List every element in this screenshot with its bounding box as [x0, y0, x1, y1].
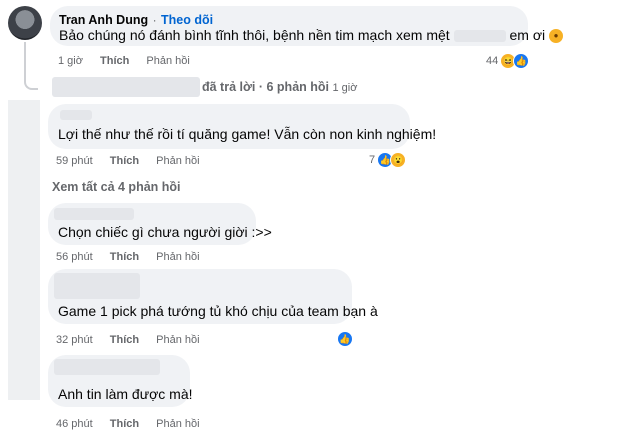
comment-text: Game 1 pick phá tướng tủ khó chịu của te… — [58, 303, 378, 319]
reaction-summary[interactable]: 7 👍 😮 — [369, 152, 407, 168]
reaction-summary[interactable]: 44 😆 👍 — [486, 53, 530, 69]
comment-bubble: Anh tin làm được mà! — [48, 355, 193, 407]
comment-text: Anh tin làm được mà! — [58, 386, 193, 402]
comment-text: Chọn chiếc gì chưa người giời :>> — [58, 224, 272, 240]
comment-bubble: Lợi thế như thế rồi tí quăng game! Vẫn c… — [48, 104, 436, 149]
wow-icon: 😮 — [390, 152, 407, 168]
reply-count: 6 phản hồi — [266, 80, 330, 94]
redacted-avatars — [52, 77, 200, 97]
like-button[interactable]: Thích — [110, 418, 139, 430]
comment-bubble: Chọn chiếc gì chưa người giời :>> — [48, 203, 272, 245]
reply-button[interactable]: Phản hồi — [156, 334, 199, 346]
left-edge-panel — [8, 100, 40, 400]
comment-time[interactable]: 46 phút — [56, 418, 93, 430]
comment-actions: 1 giờ Thích Phản hồi — [58, 55, 204, 67]
like-button[interactable]: Thích — [110, 334, 139, 346]
redacted-author — [60, 110, 92, 120]
like-button[interactable]: Thích — [110, 251, 139, 263]
reply-button[interactable]: Phản hồi — [156, 418, 199, 430]
follow-button[interactable]: Theo dõi — [161, 13, 213, 27]
separator: · — [258, 80, 264, 94]
reply-button[interactable]: Phản hồi — [156, 251, 199, 263]
redacted-author — [54, 208, 134, 220]
like-icon: 👍 — [513, 53, 530, 69]
comment-actions: 46 phút Thích Phản hồi — [56, 418, 214, 430]
thread-connector — [24, 42, 38, 90]
comment-actions: 56 phút Thích Phản hồi — [56, 251, 214, 263]
author-name[interactable]: Tran Anh Dung — [59, 13, 148, 27]
avatar[interactable] — [8, 6, 42, 40]
reaction-count: 44 — [486, 55, 499, 67]
sad-emoji-icon: ● — [549, 29, 564, 44]
comment-time[interactable]: 56 phút — [56, 251, 93, 263]
redacted-author — [54, 273, 140, 299]
comment-time[interactable]: 1 giờ — [58, 55, 83, 67]
comment-actions: 32 phút Thích Phản hồi — [56, 334, 214, 346]
comment-actions: 59 phút Thích Phản hồi — [56, 155, 214, 167]
like-icon: 👍 — [337, 331, 353, 347]
reaction-summary[interactable]: 👍 — [337, 331, 353, 347]
like-button[interactable]: Thích — [100, 55, 129, 67]
comment-text: Bảo chúng nó đánh bình tĩnh thôi, bệnh n… — [59, 27, 564, 44]
comment-bubble: Game 1 pick phá tướng tủ khó chịu của te… — [48, 269, 378, 324]
redacted-author — [54, 359, 160, 375]
comment-text: Lợi thế như thế rồi tí quăng game! Vẫn c… — [58, 126, 437, 142]
like-button[interactable]: Thích — [110, 155, 139, 167]
reply-summary-label: đã trả lời — [202, 80, 256, 94]
view-more-replies[interactable]: Xem tất cả 4 phản hồi — [52, 180, 181, 194]
reaction-count: 7 — [369, 154, 376, 166]
reply-button[interactable]: Phản hồi — [146, 55, 189, 67]
reply-time: 1 giờ — [332, 82, 358, 94]
reply-summary[interactable]: đã trả lời · 6 phản hồi 1 giờ — [202, 80, 371, 94]
comment-time[interactable]: 32 phút — [56, 334, 93, 346]
comment-bubble: Tran Anh Dung · Theo dõi Bảo chúng nó đá… — [50, 6, 564, 46]
reply-button[interactable]: Phản hồi — [156, 155, 199, 167]
redacted-text — [453, 30, 506, 43]
comment-time[interactable]: 59 phút — [56, 155, 93, 167]
separator: · — [152, 13, 157, 27]
